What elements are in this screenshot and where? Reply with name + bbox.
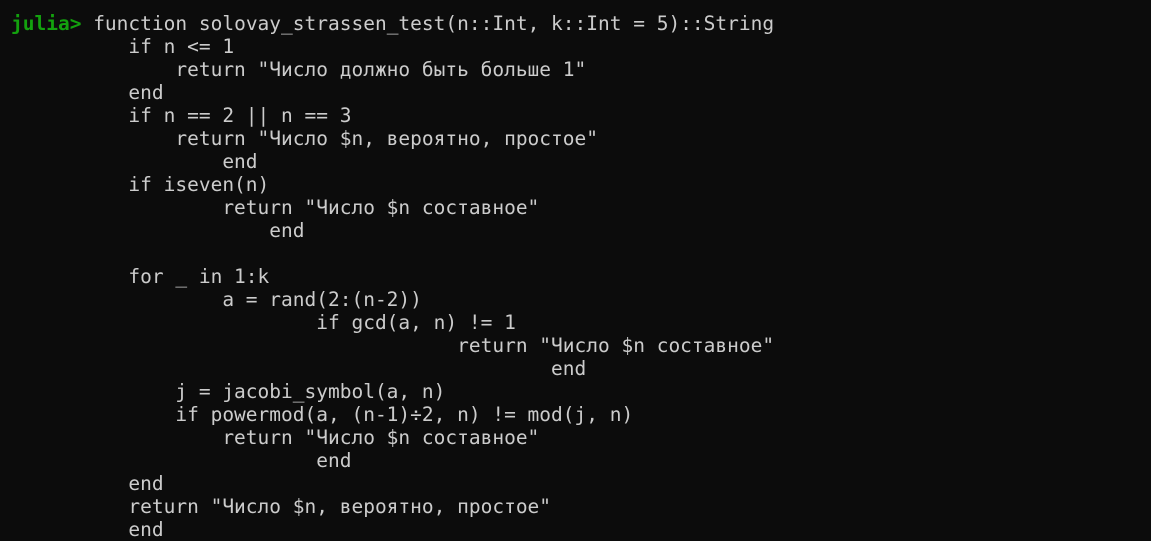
code-line-21: end xyxy=(11,472,164,495)
code-line-6: return "Число $n, вероятно, простое" xyxy=(11,127,598,150)
code-line-10: end xyxy=(11,219,305,242)
code-line-17: j = jacobi_symbol(a, n) xyxy=(11,380,446,403)
code-line-19: return "Число $n составное" xyxy=(11,426,540,449)
code-line-15: return "Число $n составное" xyxy=(11,334,775,357)
terminal-window[interactable]: julia> function solovay_strassen_test(n:… xyxy=(0,0,1151,541)
julia-prompt: julia> xyxy=(11,12,82,35)
code-line-14: if gcd(a, n) != 1 xyxy=(11,311,516,334)
code-line-20: end xyxy=(11,449,352,472)
code-line-2: if n <= 1 xyxy=(11,35,235,58)
code-line-7: end xyxy=(11,150,258,173)
code-line-23: end xyxy=(11,518,164,541)
code-line-22: return "Число $n, вероятно, простое" xyxy=(11,495,552,518)
code-line-13: a = rand(2:(n-2)) xyxy=(11,288,422,311)
code-line-5: if n == 2 || n == 3 xyxy=(11,104,352,127)
code-line-4: end xyxy=(11,81,164,104)
code-line-9: return "Число $n составное" xyxy=(11,196,540,219)
code-line-3: return "Число должно быть больше 1" xyxy=(11,58,587,81)
code-line-text: function solovay_strassen_test(n::Int, k… xyxy=(81,12,775,35)
code-line-12: for _ in 1:k xyxy=(11,265,270,288)
code-line-1: julia> function solovay_strassen_test(n:… xyxy=(11,12,1151,35)
code-line-16: end xyxy=(11,357,587,380)
code-line-18: if powermod(a, (n-1)÷2, n) != mod(j, n) xyxy=(11,403,634,426)
code-line-8: if iseven(n) xyxy=(11,173,270,196)
